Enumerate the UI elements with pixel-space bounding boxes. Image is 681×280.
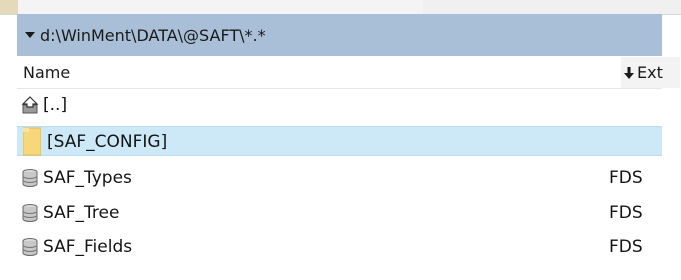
database-file-icon [21,237,39,257]
column-header: Name Ext [17,57,680,89]
file-name: [..] [43,95,68,115]
top-tab-strip [0,0,681,15]
file-name: SAF_Tree [43,203,120,223]
list-item-file[interactable]: SAF_Tree FDS [17,198,662,228]
current-path: d:\WinMent\DATA\@SAFT\*.* [40,25,266,45]
database-file-icon [21,168,39,188]
file-ext: FDS [609,203,643,223]
sort-down-arrow-icon [623,66,635,80]
chevron-down-icon[interactable] [23,28,37,42]
file-ext: FDS [609,168,643,188]
database-file-icon [21,203,39,223]
file-name: SAF_Fields [43,237,133,257]
file-name: [SAF_CONFIG] [47,132,168,152]
up-folder-icon [21,95,39,115]
panel-tab[interactable] [18,0,424,14]
list-item-file[interactable]: SAF_Types FDS [17,163,662,193]
file-name: SAF_Types [43,168,132,188]
column-ext-header[interactable]: Ext [620,57,680,88]
file-ext: FDS [609,237,643,257]
drive-tab[interactable] [0,0,19,14]
folder-icon [22,127,42,156]
path-bar[interactable]: d:\WinMent\DATA\@SAFT\*.* [17,14,662,56]
list-item-file[interactable]: SAF_Fields FDS [17,232,662,262]
file-panel: d:\WinMent\DATA\@SAFT\*.* Name Ext [..] [0,0,681,280]
column-name-header[interactable]: Name [23,63,70,82]
list-item-folder[interactable]: [SAF_CONFIG] [17,126,662,156]
column-ext-label: Ext [637,63,663,82]
panel-tab-secondary[interactable] [423,0,681,14]
list-item-parent[interactable]: [..] [17,90,662,120]
